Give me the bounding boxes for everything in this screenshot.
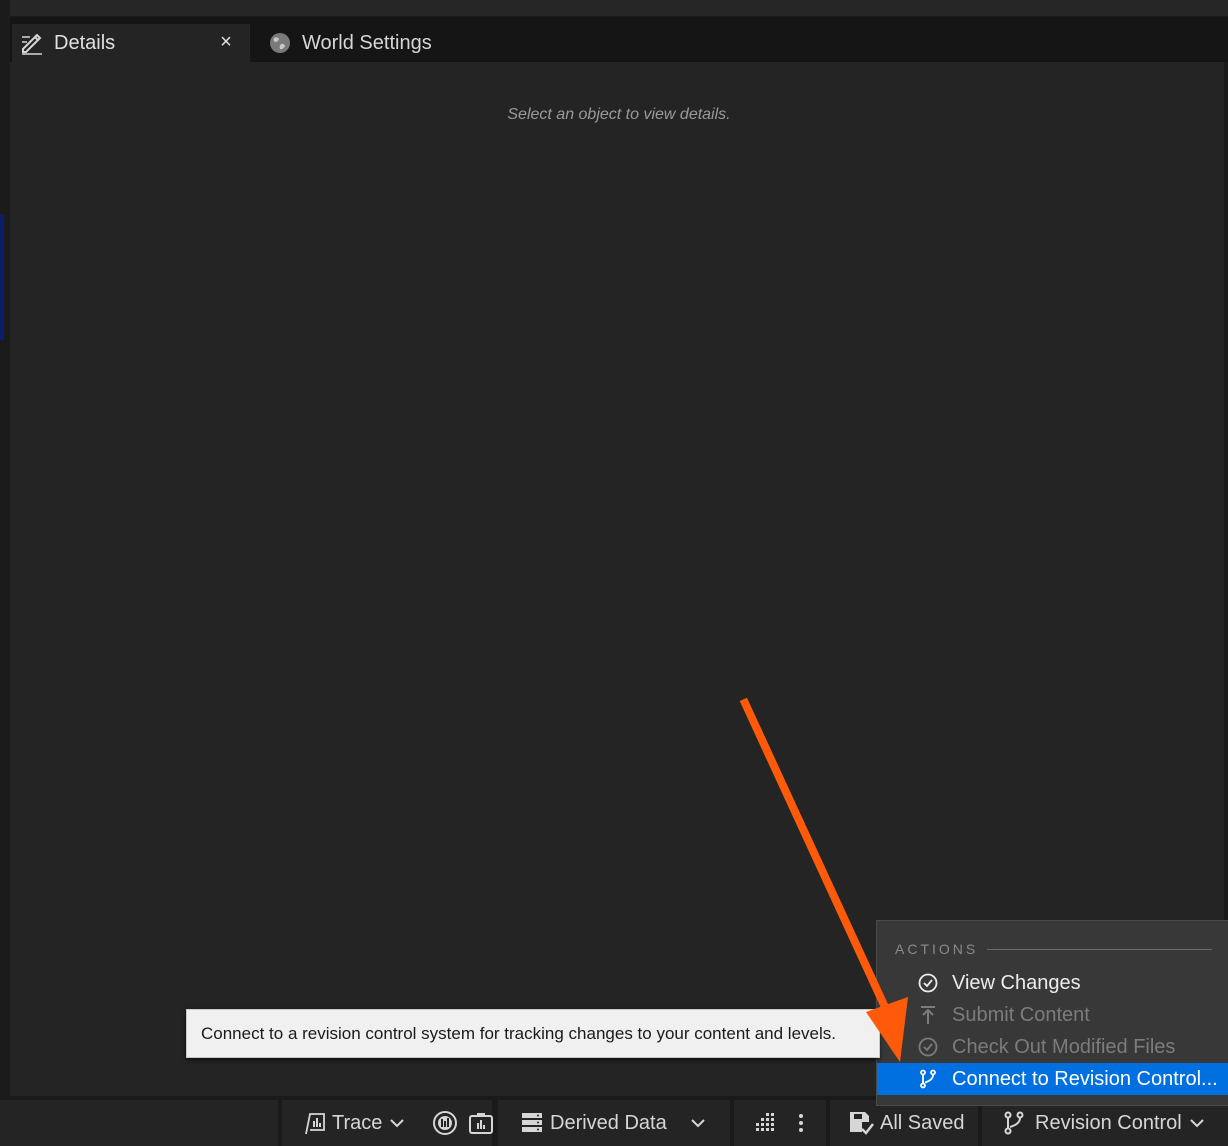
misc-group <box>734 1100 826 1146</box>
trace-group: Trace <box>282 1100 494 1146</box>
tab-details[interactable]: Details × <box>12 24 250 62</box>
menu-item-label: View Changes <box>952 971 1081 994</box>
empty-details-message: Select an object to view details. <box>507 106 731 123</box>
pencil-icon <box>20 31 44 55</box>
menu-item-label: Check Out Modified Files <box>952 1035 1176 1058</box>
chevron-down-icon <box>388 1114 406 1132</box>
left-blue-strip <box>0 215 4 340</box>
server-stack-icon <box>520 1111 544 1135</box>
revision-control-menu: ACTIONS View Changes Submit Content Chec… <box>876 920 1228 1106</box>
tab-world-settings-label: World Settings <box>302 31 432 54</box>
save-group: All Saved <box>830 1100 978 1146</box>
trace-dropdown[interactable]: Trace <box>302 1100 406 1146</box>
menu-section-header: ACTIONS <box>895 941 979 957</box>
save-check-icon <box>848 1110 874 1136</box>
grid-dots-icon[interactable] <box>752 1111 776 1135</box>
status-bar-left-area <box>0 1100 278 1146</box>
more-options-icon[interactable] <box>796 1111 806 1135</box>
close-icon[interactable]: × <box>216 31 236 53</box>
trace-chart-icon <box>302 1110 328 1136</box>
revision-control-dropdown[interactable]: Revision Control <box>1002 1100 1206 1146</box>
connect-tooltip: Connect to a revision control system for… <box>186 1009 880 1058</box>
chevron-down-icon <box>689 1114 707 1132</box>
left-gutter <box>0 0 10 1096</box>
branch-icon <box>1002 1111 1026 1135</box>
trace-label: Trace <box>332 1111 383 1134</box>
menu-item-label: Connect to Revision Control... <box>952 1067 1218 1090</box>
tooltip-text: Connect to a revision control system for… <box>201 1023 836 1043</box>
tab-world-settings[interactable]: World Settings <box>260 24 460 62</box>
menu-item-submit-content[interactable]: Submit Content <box>877 999 1228 1031</box>
globe-icon <box>268 31 292 55</box>
menu-item-label: Submit Content <box>952 1003 1090 1026</box>
check-circle-icon <box>917 972 939 994</box>
derived-data-dropdown[interactable]: Derived Data <box>520 1100 707 1146</box>
save-status-label: All Saved <box>880 1111 965 1134</box>
revision-control-group: Revision Control <box>982 1100 1228 1146</box>
top-toolbar-strip <box>10 0 1228 17</box>
tab-bar: Details × World Settings <box>10 17 1228 62</box>
record-trace-icon[interactable] <box>432 1110 458 1136</box>
menu-item-connect-to-revision-control[interactable]: Connect to Revision Control... <box>877 1063 1228 1095</box>
check-circle-icon <box>917 1036 939 1058</box>
derived-data-label: Derived Data <box>550 1111 667 1134</box>
chevron-down-icon <box>1188 1114 1206 1132</box>
branch-icon <box>917 1068 939 1090</box>
save-all-button[interactable]: All Saved <box>848 1100 965 1146</box>
upload-arrow-icon <box>917 1004 939 1026</box>
revision-control-label: Revision Control <box>1035 1111 1182 1134</box>
derived-data-group: Derived Data <box>498 1100 730 1146</box>
menu-item-check-out-modified-files[interactable]: Check Out Modified Files <box>877 1031 1228 1063</box>
menu-item-view-changes[interactable]: View Changes <box>877 967 1228 999</box>
trace-snapshot-icon[interactable] <box>468 1110 494 1136</box>
menu-section-divider <box>987 949 1212 950</box>
tab-details-label: Details <box>54 31 116 54</box>
